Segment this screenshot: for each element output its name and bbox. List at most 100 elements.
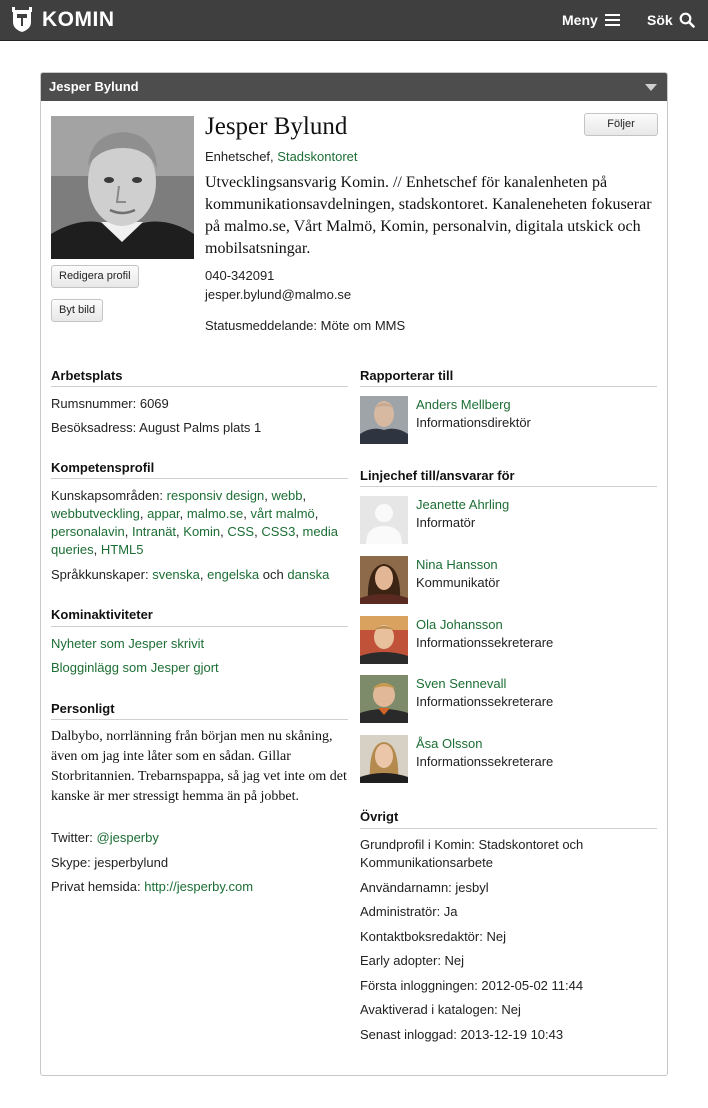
menu-button[interactable]: Meny [562, 10, 620, 30]
language-label: Språkkunskaper: [51, 567, 149, 582]
managed-person[interactable]: Jeanette Ahrling Informatör [360, 496, 660, 544]
competence-heading: Kompetensprofil [51, 460, 155, 475]
managed-person[interactable]: Sven Sennevall Informationssekreterare [360, 675, 660, 723]
department-link[interactable]: Stadskontoret [277, 149, 357, 164]
follow-button[interactable]: Följer [584, 113, 658, 136]
profile-photo [51, 116, 194, 259]
top-navigation-bar: KOMIN Meny Sök [0, 0, 708, 41]
blog-link[interactable]: Blogginlägg som Jesper gjort [51, 659, 348, 677]
malmo-crest-icon [10, 7, 34, 33]
language-link[interactable]: danska [287, 567, 329, 582]
change-picture-button[interactable]: Byt bild [51, 299, 104, 322]
tag-link[interactable]: webbutveckling [51, 506, 140, 521]
avatar [360, 616, 408, 664]
divider [51, 626, 348, 627]
person-title: Informatör [416, 515, 476, 530]
job-title: Enhetschef, [205, 149, 274, 164]
language-skills: Språkkunskaper: svenska, engelska och da… [51, 567, 330, 582]
avatar [360, 675, 408, 723]
tag-link[interactable]: responsiv design [167, 488, 265, 503]
tag-link[interactable]: CSS3 [261, 524, 295, 539]
person-name-link[interactable]: Åsa Olsson [416, 735, 482, 753]
language-joiner: och [262, 567, 284, 582]
avatar-placeholder [360, 496, 408, 544]
language-link[interactable]: svenska [152, 567, 200, 582]
search-icon [679, 12, 695, 28]
avatar [360, 735, 408, 783]
search-button[interactable]: Sök [647, 10, 695, 30]
personal-heading: Personligt [51, 701, 115, 716]
homepage-label: Privat hemsida: [51, 879, 141, 894]
status-message: Statusmeddelande: Möte om MMS [205, 318, 406, 333]
managed-person[interactable]: Åsa Olsson Informationssekreterare [360, 735, 660, 783]
avatar [360, 396, 408, 444]
tag-link[interactable]: appar [147, 506, 180, 521]
tag-link[interactable]: webb [271, 488, 302, 503]
tag-link[interactable]: personalavin [51, 524, 125, 539]
hamburger-icon [604, 13, 620, 27]
person-name-link[interactable]: Ola Johansson [416, 616, 503, 634]
twitter-link[interactable]: @jesperby [97, 830, 159, 845]
panel-title: Jesper Bylund [49, 79, 139, 94]
person-name-link[interactable]: Sven Sennevall [416, 675, 506, 693]
personal-text: Dalbybo, norrlänning från början men nu … [51, 729, 347, 804]
divider [360, 486, 657, 487]
search-label: Sök [647, 12, 673, 28]
news-link[interactable]: Nyheter som Jesper skrivit [51, 635, 348, 653]
visit-address: Besöksadress: August Palms plats 1 [51, 420, 262, 435]
panel-header: Jesper Bylund [41, 73, 667, 101]
person-name-link[interactable]: Anders Mellberg [416, 396, 511, 414]
reports-to-heading: Rapporterar till [360, 368, 454, 383]
menu-label: Meny [562, 12, 598, 28]
divider [51, 478, 348, 479]
tag-link[interactable]: CSS [227, 524, 254, 539]
knowledge-areas: Kunskapsområden: responsiv design, webb,… [51, 488, 338, 557]
deactivated: Avaktiverad i katalogen: Nej [360, 1002, 521, 1017]
profile-role: Enhetschef, Stadskontoret [205, 149, 358, 164]
collapse-toggle-icon[interactable] [645, 84, 657, 91]
reports-to-person[interactable]: Anders Mellberg Informationsdirektör [360, 396, 660, 444]
divider [51, 719, 348, 720]
activities-heading: Kominaktiviteter [51, 607, 153, 622]
profile-panel: Jesper Bylund Redigera profil Byt bild J… [40, 72, 668, 1076]
edit-profile-button[interactable]: Redigera profil [51, 265, 139, 288]
person-title: Informationssekreterare [416, 754, 554, 769]
divider [51, 386, 348, 387]
person-title: Informationssekreterare [416, 635, 554, 650]
contact-editor: Kontaktboksredaktör: Nej [360, 929, 506, 944]
managed-person[interactable]: Nina Hansson Kommunikatör [360, 556, 660, 604]
email-address[interactable]: jesper.bylund@malmo.se [205, 287, 351, 302]
tag-link[interactable]: HTML5 [101, 542, 144, 557]
homepage-row: Privat hemsida: http://jesperby.com [51, 878, 348, 896]
early-adopter: Early adopter: Nej [360, 953, 465, 968]
other-heading: Övrigt [360, 809, 399, 824]
logo-text: KOMIN [42, 8, 115, 31]
base-profile: Grundprofil i Komin: Stadskontoret och K… [360, 837, 584, 870]
phone-number: 040-342091 [205, 268, 275, 283]
person-title: Kommunikatör [416, 575, 500, 590]
tag-link[interactable]: Intranät [132, 524, 176, 539]
homepage-link[interactable]: http://jesperby.com [144, 879, 253, 894]
knowledge-areas-label: Kunskapsområden: [51, 488, 164, 503]
divider [360, 828, 657, 829]
komin-logo[interactable]: KOMIN [10, 6, 115, 34]
first-login: Första inloggningen: 2012-05-02 11:44 [360, 978, 584, 993]
person-name-link[interactable]: Jeanette Ahrling [416, 496, 509, 514]
administrator: Administratör: Ja [360, 904, 458, 919]
twitter-row: Twitter: @jesperby [51, 829, 348, 847]
language-link[interactable]: engelska [207, 567, 259, 582]
tag-link[interactable]: malmo.se [187, 506, 243, 521]
workplace-heading: Arbetsplats [51, 368, 123, 383]
manages-heading: Linjechef till/ansvarar för [360, 468, 515, 483]
managed-person[interactable]: Ola Johansson Informationssekreterare [360, 616, 660, 664]
person-title: Informationssekreterare [416, 694, 554, 709]
divider [360, 386, 657, 387]
avatar [360, 556, 408, 604]
username: Användarnamn: jesbyl [360, 880, 489, 895]
room-number: Rumsnummer: 6069 [51, 396, 169, 411]
person-name-link[interactable]: Nina Hansson [416, 556, 498, 574]
tag-link[interactable]: Komin [183, 524, 220, 539]
skype-row: Skype: jesperbylund [51, 855, 169, 870]
last-login: Senast inloggad: 2013-12-19 10:43 [360, 1027, 564, 1042]
tag-link[interactable]: vårt malmö [251, 506, 315, 521]
